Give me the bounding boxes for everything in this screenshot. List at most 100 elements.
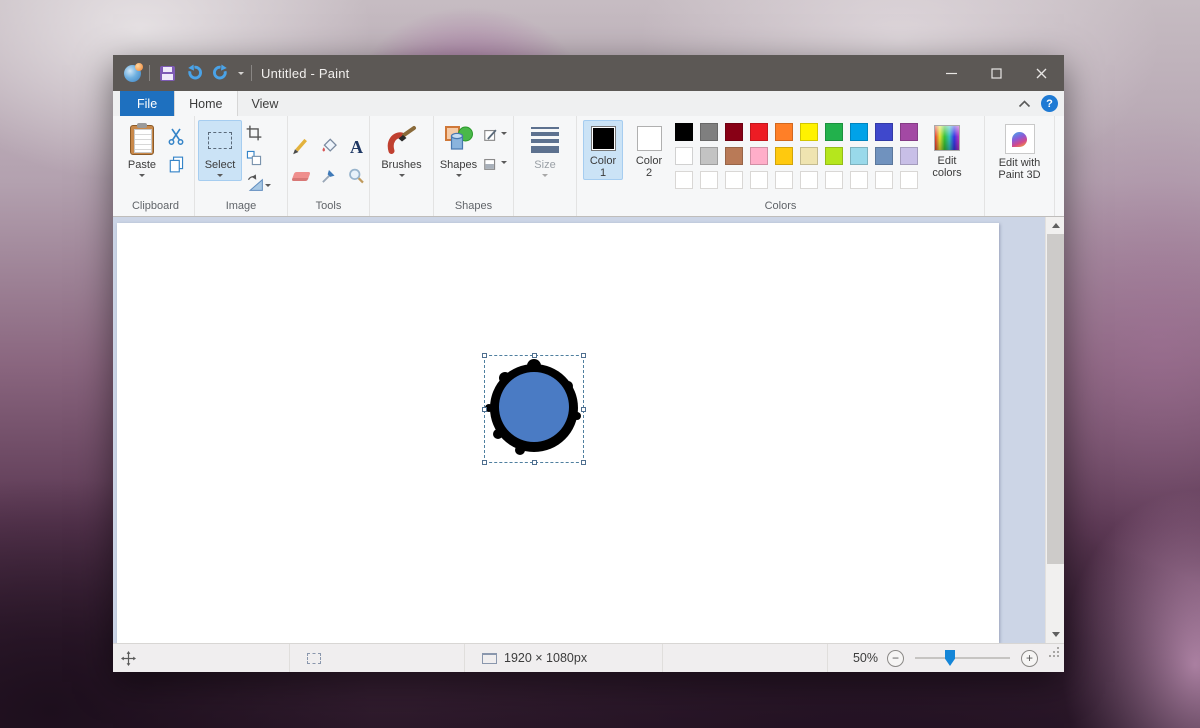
minimize-button[interactable] xyxy=(929,55,974,91)
ribbon-tab-strip: File Home View ? xyxy=(113,91,1064,116)
selection-handle[interactable] xyxy=(581,460,586,465)
palette-swatch[interactable] xyxy=(700,147,718,165)
palette-swatch[interactable] xyxy=(775,147,793,165)
edit-with-paint3d-button[interactable]: Edit with Paint 3D xyxy=(989,120,1051,182)
redo-button[interactable] xyxy=(211,63,231,83)
fill-tool-button[interactable] xyxy=(317,135,341,159)
zoom-out-button[interactable]: − xyxy=(887,650,904,667)
palette-swatch[interactable] xyxy=(675,147,693,165)
palette-swatch[interactable] xyxy=(800,123,818,141)
palette-swatch[interactable] xyxy=(850,147,868,165)
shape-outline-button[interactable] xyxy=(480,123,510,147)
text-tool-button[interactable]: A xyxy=(345,135,369,159)
drawing-canvas[interactable] xyxy=(117,223,999,643)
selection-handle[interactable] xyxy=(581,353,586,358)
collapse-ribbon-chevron-icon[interactable] xyxy=(1018,100,1031,108)
palette-swatch-empty[interactable] xyxy=(675,171,693,189)
size-group-label xyxy=(514,199,576,216)
palette-swatch[interactable] xyxy=(675,123,693,141)
title-bar[interactable]: Untitled - Paint xyxy=(113,55,1064,91)
palette-swatch[interactable] xyxy=(900,147,918,165)
eraser-tool-button[interactable] xyxy=(289,165,313,189)
selection-handle[interactable] xyxy=(482,460,487,465)
size-button[interactable]: Size xyxy=(520,120,570,181)
palette-swatch-empty[interactable] xyxy=(850,171,868,189)
palette-swatch-empty[interactable] xyxy=(750,171,768,189)
color1-button[interactable]: Color 1 xyxy=(583,120,623,180)
zoom-slider-thumb[interactable] xyxy=(945,650,955,666)
palette-swatch[interactable] xyxy=(750,147,768,165)
palette-swatch-empty[interactable] xyxy=(900,171,918,189)
scroll-down-button[interactable] xyxy=(1046,626,1064,643)
tab-home[interactable]: Home xyxy=(174,91,237,116)
palette-swatch-empty[interactable] xyxy=(775,171,793,189)
palette-swatch[interactable] xyxy=(825,147,843,165)
save-button[interactable] xyxy=(157,63,177,83)
close-button[interactable] xyxy=(1019,55,1064,91)
copy-button[interactable] xyxy=(164,152,188,176)
palette-swatch[interactable] xyxy=(725,123,743,141)
selection-handle[interactable] xyxy=(581,407,586,412)
shape-fill-button[interactable] xyxy=(480,152,510,176)
selection-handle[interactable] xyxy=(532,460,537,465)
palette-swatch-empty[interactable] xyxy=(700,171,718,189)
shapes-button[interactable]: Shapes xyxy=(437,120,480,181)
palette-swatch-empty[interactable] xyxy=(725,171,743,189)
palette-swatch[interactable] xyxy=(725,147,743,165)
palette-swatch[interactable] xyxy=(700,123,718,141)
palette-swatch[interactable] xyxy=(900,123,918,141)
zoom-slider[interactable] xyxy=(915,649,1010,667)
eyedropper-icon xyxy=(319,167,338,186)
brushes-dropdown-icon xyxy=(399,174,405,180)
magnifier-tool-button[interactable] xyxy=(345,165,369,189)
vertical-scrollbar[interactable] xyxy=(1045,217,1064,643)
paint3d-group: Edit with Paint 3D xyxy=(985,116,1055,216)
customize-qat-dropdown-icon[interactable] xyxy=(238,72,244,78)
clipboard-group-label: Clipboard xyxy=(117,199,194,216)
selection-handle[interactable] xyxy=(482,353,487,358)
zoom-in-button[interactable]: + xyxy=(1021,650,1038,667)
palette-swatch[interactable] xyxy=(775,123,793,141)
rotate-button[interactable] xyxy=(242,171,274,195)
resize-button[interactable] xyxy=(242,146,266,170)
rotate-icon xyxy=(246,174,264,192)
work-area xyxy=(113,217,1064,643)
crop-button[interactable] xyxy=(242,121,266,145)
zoom-slider-track[interactable] xyxy=(915,657,1010,659)
shapes-group: Shapes xyxy=(434,116,514,216)
palette-swatch[interactable] xyxy=(825,123,843,141)
scroll-up-button[interactable] xyxy=(1046,217,1064,234)
scrollbar-thumb[interactable] xyxy=(1047,234,1064,564)
maximize-button[interactable] xyxy=(974,55,1019,91)
palette-swatch-empty[interactable] xyxy=(875,171,893,189)
palette-swatch-empty[interactable] xyxy=(825,171,843,189)
crop-icon xyxy=(245,124,263,142)
selection-handle[interactable] xyxy=(532,353,537,358)
color-picker-tool-button[interactable] xyxy=(317,165,341,189)
undo-button[interactable] xyxy=(184,63,204,83)
edit-colors-button[interactable]: Edit colors xyxy=(924,120,970,180)
zoom-section: 50% − + xyxy=(828,644,1064,672)
pencil-tool-button[interactable] xyxy=(289,135,313,159)
tab-file[interactable]: File xyxy=(120,91,174,116)
cut-button[interactable] xyxy=(164,124,188,148)
resize-grip[interactable] xyxy=(1038,655,1064,661)
palette-swatch[interactable] xyxy=(850,123,868,141)
paste-button[interactable]: Paste xyxy=(120,120,164,181)
status-bar: 1920 × 1080px 50% − + xyxy=(113,643,1064,672)
help-button[interactable]: ? xyxy=(1041,95,1058,112)
brushes-button[interactable]: Brushes xyxy=(375,120,429,181)
palette-swatch[interactable] xyxy=(875,123,893,141)
palette-swatch[interactable] xyxy=(875,147,893,165)
selection-handle[interactable] xyxy=(482,407,487,412)
tab-view[interactable]: View xyxy=(238,91,293,116)
palette-swatch-empty[interactable] xyxy=(800,171,818,189)
color2-button[interactable]: Color 2 xyxy=(629,120,669,180)
selection-marquee[interactable] xyxy=(484,355,584,463)
palette-swatch[interactable] xyxy=(750,123,768,141)
select-button[interactable]: Select xyxy=(198,120,242,181)
drawn-circle-shape xyxy=(478,350,590,466)
cursor-position-section xyxy=(113,644,290,672)
palette-swatch[interactable] xyxy=(800,147,818,165)
ribbon: Paste xyxy=(113,116,1064,217)
